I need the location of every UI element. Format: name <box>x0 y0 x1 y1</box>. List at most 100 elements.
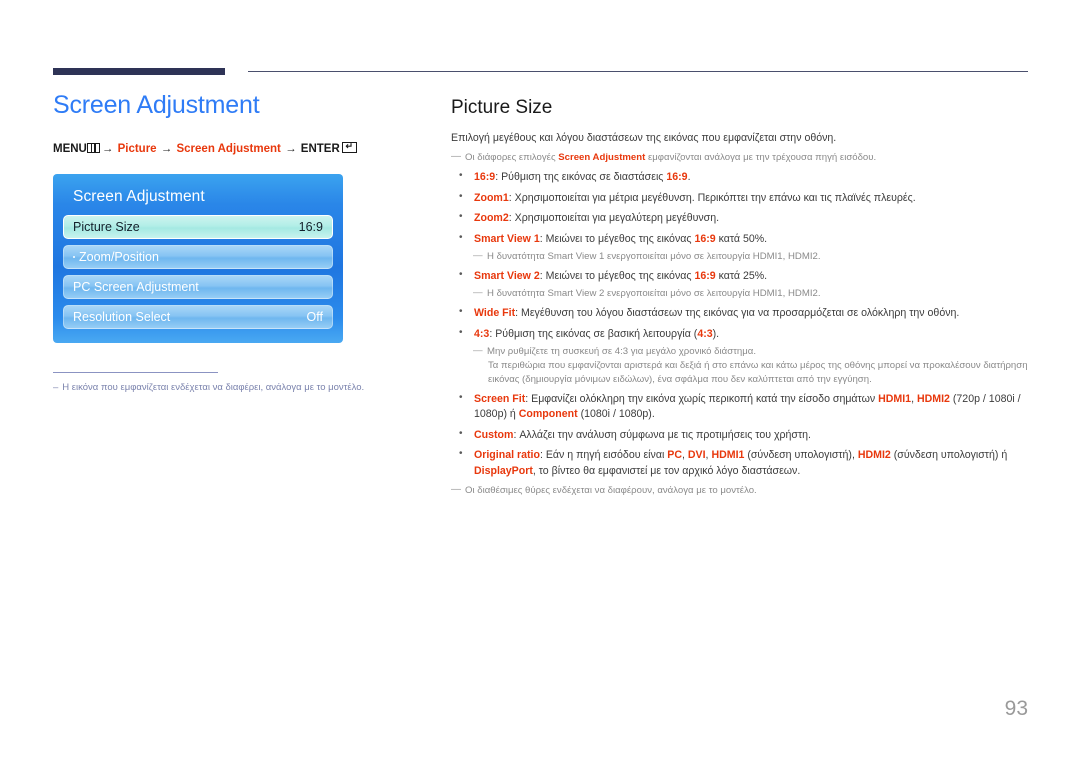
option-subnote: — Η δυνατότητα Smart View 1 ενεργοποιείτα… <box>473 250 1031 264</box>
list-item-screen-fit: Screen Fit: Εμφανίζει ολόκληρη την εικόν… <box>451 391 1031 423</box>
list-item-16-9: 16:9: Ρύθμιση της εικόνας σε διαστάσεις … <box>451 169 1031 185</box>
option-highlight-dvi: DVI <box>687 449 706 462</box>
osd-row-label: Resolution Select <box>73 310 171 325</box>
subnote-post: . <box>817 288 821 300</box>
option-term: Wide Fit <box>474 307 516 320</box>
footnote-text: Η εικόνα που εμφανίζεται ενδέχεται να δι… <box>62 382 365 393</box>
option-term: 16:9 <box>474 171 496 184</box>
subnote-highlight-2: HDMI1 <box>752 288 783 300</box>
option-text-pre: Χρησιμοποιείται για μεγαλύτερη μεγέθυνση… <box>514 212 720 225</box>
option-inline-highlight: 4:3 <box>697 327 713 340</box>
note-dash-icon: — <box>473 345 483 357</box>
subnote-highlight-3: HDMI2 <box>787 288 818 300</box>
option-inline-highlight: 16:9 <box>694 232 716 245</box>
left-footnote: – Η εικόνα που εμφανίζεται ενδέχεται να δ… <box>53 382 453 395</box>
subnote-post: για μεγάλο χρονικό διάστημα. <box>628 346 756 358</box>
header-rule-thick <box>53 68 225 75</box>
option-term: Smart View 2 <box>474 269 540 282</box>
subnote-highlight-2: HDMI1 <box>752 250 783 262</box>
subnote-highlight-1: Smart View 1 <box>547 250 605 262</box>
osd-row-value: Off <box>306 310 323 325</box>
note-dash-icon: — <box>451 484 461 496</box>
osd-row-label: PC Screen Adjustment <box>73 280 199 295</box>
left-footnote-block: – Η εικόνα που εμφανίζεται ενδέχεται να δ… <box>53 372 453 395</box>
final-note: — Οι διαθέσιμες θύρες ενδέχεται να διαφέρ… <box>451 484 1031 498</box>
option-text-pre: Ρύθμιση της εικόνας σε βασική λειτουργία… <box>495 327 698 340</box>
option-list: 16:9: Ρύθμιση της εικόνας σε διαστάσεις … <box>451 169 1031 479</box>
option-term: Zoom1 <box>474 191 509 204</box>
option-text-pre: Μειώνει το μέγεθος της εικόνας <box>545 232 695 245</box>
option-text-post: (1080i / 1080p). <box>577 408 655 421</box>
breadcrumb-item-picture: Picture <box>117 142 157 155</box>
option-highlight-hdmi2: HDMI2 <box>916 392 950 405</box>
option-inline-highlight: 16:9 <box>666 171 688 184</box>
option-subnote: — Η δυνατότητα Smart View 2 ενεργοποιείτα… <box>473 287 1031 301</box>
osd-row-pc-screen-adjustment[interactable]: PC Screen Adjustment <box>63 275 333 300</box>
osd-row-zoom-position[interactable]: Zoom/Position <box>63 245 333 270</box>
osd-menu-panel: Screen Adjustment Picture Size 16:9 Zoom… <box>53 174 343 344</box>
list-item-smart-view-1: Smart View 1: Μειώνει το μέγεθος της εικ… <box>451 231 1031 264</box>
footnote-divider <box>53 372 218 373</box>
page-number: 93 <box>1004 697 1028 720</box>
osd-row-label: Picture Size <box>73 220 140 235</box>
breadcrumb-arrow-1: → <box>101 142 114 155</box>
subnote-highlight: 4:3 <box>614 346 629 358</box>
breadcrumb-menu-label: MENU <box>53 142 87 155</box>
option-term: Screen Fit <box>474 392 526 405</box>
intro-paragraph: Επιλογή μεγέθους και λόγου διαστάσεων τη… <box>451 131 837 144</box>
subnote-highlight-3: HDMI2 <box>787 250 818 262</box>
subnote-pre: Η δυνατότητα <box>487 288 548 300</box>
osd-row-resolution-select[interactable]: Resolution Select Off <box>63 305 333 330</box>
intro-note: — Οι διάφορες επιλογές Screen Adjustment … <box>451 151 1031 165</box>
subnote-continuation: Τα περιθώρια που εμφανίζονται αριστερά κ… <box>488 360 1028 385</box>
list-item-zoom2: Zoom2: Χρησιμοποιείται για μεγαλύτερη με… <box>451 210 1031 226</box>
osd-row-picture-size[interactable]: Picture Size 16:9 <box>63 215 333 240</box>
list-item-zoom1: Zoom1: Χρησιμοποιείται για μέτρια μεγέθυ… <box>451 190 1031 206</box>
option-text-pre: Ρύθμιση της εικόνας σε διαστάσεις <box>501 171 667 184</box>
list-item-wide-fit: Wide Fit: Μεγέθυνση του λόγου διαστάσεων… <box>451 305 1031 321</box>
option-term: Custom <box>474 428 514 441</box>
option-text-pre: Χρησιμοποιείται για μέτρια μεγέθυνση. Πε… <box>514 191 916 204</box>
option-text-post: κατά 25%. <box>715 269 768 282</box>
option-text-mid-1: (σύνδεση υπολογιστή), <box>744 449 858 462</box>
list-item-smart-view-2: Smart View 2: Μειώνει το μέγεθος της εικ… <box>451 268 1031 301</box>
option-highlight-component: Component <box>518 408 578 421</box>
page-title: Screen Adjustment <box>53 91 260 119</box>
option-term: Zoom2 <box>474 212 509 225</box>
option-text-post: , το βίντεο θα εμφανιστεί με τον αρχικό … <box>532 464 801 477</box>
option-highlight-pc: PC <box>667 449 682 462</box>
left-column: Screen Adjustment MENU → Picture → Screen… <box>53 91 423 344</box>
option-term: Original ratio <box>474 449 540 462</box>
intro-note-pre: Οι διάφορες επιλογές <box>465 152 559 164</box>
bullet-dot-icon <box>73 256 75 259</box>
menu-bars-icon <box>86 142 100 153</box>
enter-return-glyph: ↵ <box>345 141 354 151</box>
option-text-pre: Μειώνει το μέγεθος της εικόνας <box>545 269 695 282</box>
list-item-custom: Custom: Αλλάζει την ανάλυση σύμφωνα με τ… <box>451 427 1031 443</box>
subnote-mid: ενεργοποιείται μόνο σε λειτουργία <box>604 250 753 262</box>
option-text-mid-2: (σύνδεση υπολογιστή) ή <box>890 449 1008 462</box>
option-highlight-hdmi2: HDMI2 <box>857 449 891 462</box>
option-text-pre: Εάν η πηγή εισόδου είναι <box>545 449 668 462</box>
option-term: 4:3 <box>474 327 490 340</box>
intro-note-post: εμφανίζονται ανάλογα με την τρέχουσα πηγ… <box>645 152 877 164</box>
right-column: Picture Size Επιλογή μεγέθους και λόγου … <box>451 97 1031 503</box>
breadcrumb-arrow-2: → <box>160 142 173 155</box>
option-text-pre: Μεγέθυνση του λόγου διαστάσεων της εικόν… <box>521 307 960 320</box>
list-item-4-3: 4:3: Ρύθμιση της εικόνας σε βασική λειτο… <box>451 326 1031 387</box>
breadcrumb: MENU → Picture → Screen Adjustment → ENTE… <box>53 141 423 157</box>
subnote-post: . <box>817 250 821 262</box>
footnote-dash: – <box>53 382 59 393</box>
option-term: Smart View 1 <box>474 232 540 245</box>
subnote-pre: Μην ρυθμίζετε τη συσκευή σε <box>487 346 615 358</box>
intro-note-highlight: Screen Adjustment <box>558 152 646 164</box>
option-text-pre: Αλλάζει την ανάλυση σύμφωνα με τις προτι… <box>519 428 811 441</box>
header-rule-thin <box>248 71 1028 72</box>
option-text-post: κατά 50%. <box>715 232 768 245</box>
osd-menu-title: Screen Adjustment <box>73 188 205 206</box>
subnote-mid: ενεργοποιείται μόνο σε λειτουργία <box>604 288 753 300</box>
breadcrumb-arrow-3: → <box>285 142 297 155</box>
subnote-highlight-1: Smart View 2 <box>547 288 605 300</box>
option-text-post: . <box>687 171 691 184</box>
option-text-pre: Εμφανίζει ολόκληρη την εικόνα χωρίς περι… <box>531 392 879 405</box>
